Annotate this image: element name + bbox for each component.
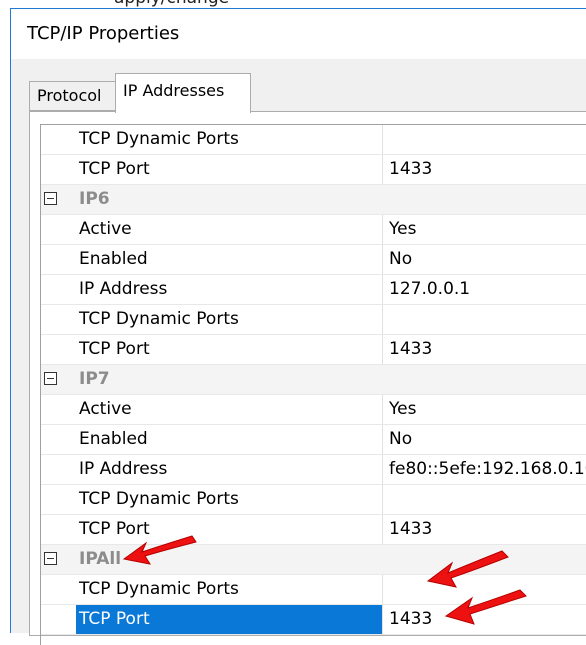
property-row[interactable]: TCP Dynamic Ports <box>41 485 586 515</box>
category-row-ip7[interactable]: IP7 <box>41 365 586 395</box>
window-title: TCP/IP Properties <box>27 23 180 44</box>
property-name: Enabled <box>79 429 148 449</box>
property-name: TCP Port <box>79 159 150 179</box>
property-row[interactable]: Enabled No <box>41 245 586 275</box>
property-name: TCP Port <box>79 339 150 359</box>
collapse-icon[interactable] <box>44 552 57 565</box>
property-name: Active <box>79 399 132 419</box>
property-value[interactable]: Yes <box>382 395 586 424</box>
property-row[interactable]: TCP Port 1433 <box>41 335 586 365</box>
property-value[interactable]: 1433 <box>382 335 586 364</box>
background-text-fragment: apply/change <box>0 0 586 8</box>
property-name: TCP Port <box>79 519 150 539</box>
tcpip-properties-window: TCP/IP Properties Protocol IP Addresses … <box>10 8 586 645</box>
property-value[interactable] <box>382 575 586 604</box>
property-row[interactable]: IP Address fe80::5efe:192.168.0.105 <box>41 455 586 485</box>
tab-protocol[interactable]: Protocol <box>29 81 116 111</box>
property-value[interactable] <box>382 125 586 154</box>
background-caption: apply/change <box>114 0 229 8</box>
property-value[interactable]: 1433 <box>382 605 586 634</box>
category-row-ip6[interactable]: IP6 <box>41 185 586 215</box>
property-row[interactable]: IP Address 127.0.0.1 <box>41 275 586 305</box>
property-name: TCP Dynamic Ports <box>79 489 239 509</box>
property-row[interactable]: TCP Dynamic Ports <box>41 125 586 155</box>
property-name: Active <box>79 219 132 239</box>
property-row[interactable]: TCP Port 1433 <box>41 515 586 545</box>
collapse-icon[interactable] <box>44 192 57 205</box>
property-row[interactable]: Active Yes <box>41 395 586 425</box>
property-row[interactable]: TCP Port 1433 <box>41 605 586 635</box>
property-row[interactable]: TCP Dynamic Ports <box>41 575 586 605</box>
ip-addresses-panel: TCP Dynamic Ports TCP Port 1433 IP6 Active Ye… <box>29 111 586 645</box>
property-value[interactable] <box>382 305 586 334</box>
property-name: TCP Dynamic Ports <box>79 309 239 329</box>
property-value[interactable]: fe80::5efe:192.168.0.105 <box>382 455 586 484</box>
property-row[interactable]: TCP Port 1433 <box>41 155 586 185</box>
property-name: TCP Port <box>76 605 382 634</box>
property-name: Enabled <box>79 249 148 269</box>
category-row-ipall[interactable]: IPAll <box>41 545 586 575</box>
category-label: IPAll <box>79 549 122 569</box>
category-label: IP6 <box>79 189 110 209</box>
property-row[interactable]: Active Yes <box>41 215 586 245</box>
property-row[interactable]: Enabled No <box>41 425 586 455</box>
property-value[interactable]: 1433 <box>382 155 586 184</box>
property-value[interactable]: 127.0.0.1 <box>382 275 586 304</box>
property-value[interactable]: No <box>382 245 586 274</box>
tab-ip-addresses[interactable]: IP Addresses <box>115 73 251 113</box>
property-value[interactable] <box>382 485 586 514</box>
category-label: IP7 <box>79 369 110 389</box>
property-value[interactable]: 1433 <box>382 515 586 544</box>
property-value[interactable]: Yes <box>382 215 586 244</box>
property-row[interactable]: TCP Dynamic Ports <box>41 305 586 335</box>
collapse-icon[interactable] <box>44 372 57 385</box>
property-name: TCP Dynamic Ports <box>79 129 239 149</box>
title-bar: TCP/IP Properties <box>11 9 586 59</box>
property-grid: TCP Dynamic Ports TCP Port 1433 IP6 Active Ye… <box>40 124 586 645</box>
property-name: TCP Dynamic Ports <box>79 579 239 599</box>
property-value[interactable]: No <box>382 425 586 454</box>
property-name: IP Address <box>79 279 168 299</box>
property-name: IP Address <box>79 459 168 479</box>
